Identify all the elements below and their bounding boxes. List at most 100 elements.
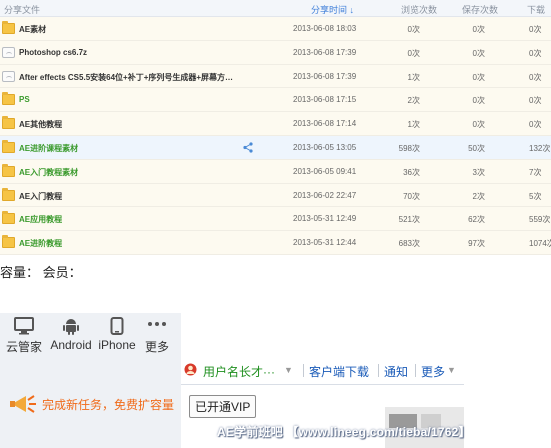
file-name[interactable]: AE进阶教程 xyxy=(19,238,62,249)
file-name[interactable]: PS xyxy=(19,95,30,104)
divider xyxy=(378,364,379,377)
device-label: iPhone xyxy=(98,338,136,352)
vip-tooltip: 已开通VIP xyxy=(189,395,257,418)
file-name[interactable]: AE应用教程 xyxy=(19,214,62,225)
save-count: 50次 xyxy=(468,143,485,153)
column-header-views[interactable]: 浏览次数 xyxy=(401,3,437,16)
file-name[interactable]: After effects CS5.5安装64位+补丁+序列号生成器+屏幕方… xyxy=(19,72,233,83)
save-count: 0次 xyxy=(472,48,485,58)
share-time: 2013-06-08 17:14 xyxy=(293,119,357,129)
device-label: 云管家 xyxy=(5,340,42,354)
folder-icon xyxy=(2,163,15,177)
username-link[interactable]: 用户名长才··· xyxy=(203,363,275,380)
folder-icon xyxy=(2,187,15,201)
share-time: 2013-06-05 13:05 xyxy=(293,142,357,152)
file-name[interactable]: Photoshop cs6.7z xyxy=(19,48,87,57)
table-row[interactable]: AE应用教程 2013-05-31 12:49 521次 62次 559次 xyxy=(0,207,551,232)
folder-icon xyxy=(2,92,15,106)
share-time: 2013-05-31 12:49 xyxy=(293,214,357,224)
table-row[interactable]: After effects CS5.5安装64位+补丁+序列号生成器+屏幕方… 2… xyxy=(0,64,551,89)
capacity-info: 容量： 会员： xyxy=(0,265,82,280)
column-header-saves[interactable]: 保存次数 xyxy=(462,3,498,16)
view-count: 2次 xyxy=(407,96,420,106)
file-name[interactable]: AE其他教程 xyxy=(19,119,62,130)
share-time: 2013-06-08 18:03 xyxy=(293,24,357,33)
save-count: 3次 xyxy=(472,167,485,177)
view-count: 598次 xyxy=(398,143,420,153)
table-row[interactable]: AE入门教程素材 2013-06-05 09:41 36次 3次 7次 xyxy=(0,159,551,184)
folder-icon xyxy=(2,21,15,34)
view-count: 36次 xyxy=(403,167,420,177)
save-count: 0次 xyxy=(472,72,485,82)
table-row[interactable]: PS 2013-06-08 17:15 2次 0次 0次 xyxy=(0,88,551,113)
device-iphone[interactable]: iPhone xyxy=(98,317,136,352)
save-count: 97次 xyxy=(468,239,485,249)
table-header: 分享文件 分享时间 ↓ 浏览次数 保存次数 下载次 xyxy=(0,0,551,28)
save-count: 2次 xyxy=(472,191,485,201)
save-count: 62次 xyxy=(468,215,485,225)
monitor-icon xyxy=(14,317,34,335)
share-time: 2013-06-05 09:41 xyxy=(293,166,357,176)
task-banner-text: 完成新任务，免费扩容量 xyxy=(42,398,175,412)
client-download-link[interactable]: 客户端下载 xyxy=(309,363,369,380)
more-menu-link[interactable]: 更多 xyxy=(421,363,445,380)
folder-icon xyxy=(2,235,15,249)
device-label: Android xyxy=(50,338,92,352)
chevron-down-icon[interactable]: ▼ xyxy=(284,365,293,375)
download-count: 0次 xyxy=(529,48,542,58)
file-name[interactable]: AE入门教程 xyxy=(19,191,62,202)
file-name[interactable]: AE素材 xyxy=(19,24,46,35)
download-count: 0次 xyxy=(529,120,542,130)
more-dots-icon xyxy=(148,322,166,326)
share-time: 2013-06-08 17:39 xyxy=(293,71,357,81)
divider xyxy=(303,364,304,377)
column-header-name[interactable]: 分享文件 xyxy=(4,3,40,16)
save-count: 0次 xyxy=(472,120,485,130)
download-count: 0次 xyxy=(529,72,542,82)
device-more[interactable]: 更多 xyxy=(142,317,172,355)
save-count: 0次 xyxy=(472,96,485,106)
table-row[interactable]: AE进阶课程素材 2013-06-05 13:05 598次 50次 132次 xyxy=(0,135,551,160)
file-name[interactable]: AE进阶课程素材 xyxy=(19,143,78,154)
device-label: 更多 xyxy=(144,340,169,354)
table-row[interactable]: AE入门教程 2013-06-02 22:47 70次 2次 5次 xyxy=(0,183,551,208)
column-header-time[interactable]: 分享时间 ↓ xyxy=(311,3,354,16)
device-cloud-manager[interactable]: 云管家 xyxy=(5,317,43,355)
user-toolbar: 用户名长才··· ▼ 客户端下载 通知 更多 ▼ xyxy=(181,355,464,385)
chevron-down-icon[interactable]: ▼ xyxy=(447,365,456,375)
horn-icon xyxy=(10,395,36,413)
phone-icon xyxy=(110,317,124,335)
save-count: 0次 xyxy=(472,25,485,34)
task-banner[interactable]: 完成新任务，免费扩容量 xyxy=(8,391,180,417)
share-time: 2013-06-08 17:39 xyxy=(293,47,357,57)
file-icon xyxy=(2,70,15,82)
toolbar-divider xyxy=(181,384,464,385)
download-count: 0次 xyxy=(529,96,542,106)
download-count: 7次 xyxy=(529,167,542,177)
download-count: 0次 xyxy=(529,25,542,34)
notifications-link[interactable]: 通知 xyxy=(384,363,408,380)
table-row[interactable]: Photoshop cs6.7z 2013-06-08 17:39 0次 0次 0次 xyxy=(0,40,551,65)
file-icon xyxy=(2,46,15,58)
file-name[interactable]: AE入门教程素材 xyxy=(19,167,78,178)
table-row[interactable]: AE其他教程 2013-06-08 17:14 1次 0次 0次 xyxy=(0,112,551,136)
device-android[interactable]: Android xyxy=(50,317,92,352)
view-count: 1次 xyxy=(407,72,420,82)
view-count: 521次 xyxy=(398,215,420,225)
android-icon xyxy=(63,319,79,335)
user-badge-icon xyxy=(184,363,197,376)
folder-icon xyxy=(2,139,15,153)
share-icon[interactable] xyxy=(243,142,253,153)
folder-icon xyxy=(2,116,15,130)
share-time: 2013-05-31 12:44 xyxy=(293,238,357,248)
shared-files-table: 分享文件 分享时间 ↓ 浏览次数 保存次数 下载次 AE素材 2013-06-08… xyxy=(0,0,551,255)
view-count: 0次 xyxy=(407,48,420,58)
watermark-text: AE学前班吧 【www.lineeg.com/tieba/1762】 xyxy=(217,425,471,439)
folder-icon xyxy=(2,211,15,225)
table-row[interactable]: AE素材 2013-06-08 18:03 0次 0次 0次 xyxy=(0,17,551,41)
download-count: 559次 xyxy=(529,215,551,225)
table-row[interactable]: AE进阶教程 2013-05-31 12:44 683次 97次 1074次 xyxy=(0,231,551,255)
share-time: 2013-06-08 17:15 xyxy=(293,95,357,105)
device-panel: 云管家 Android iPhone 更多 完成新任务，免费扩容量 xyxy=(0,313,181,448)
view-count: 1次 xyxy=(407,120,420,130)
